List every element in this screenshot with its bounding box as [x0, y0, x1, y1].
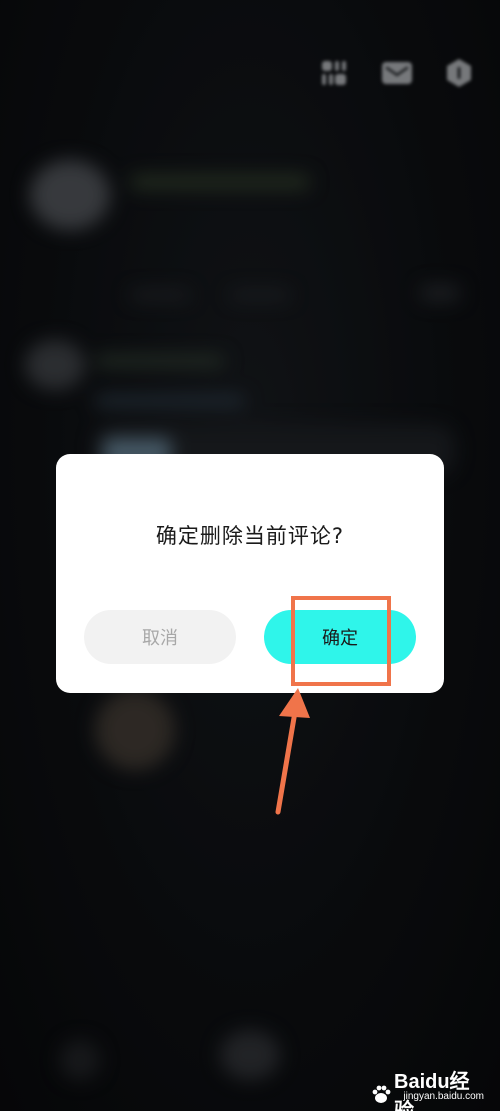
baidu-jingyan-watermark: Baidu经验 jingyan.baidu.com	[370, 1063, 490, 1111]
cancel-button[interactable]: 取消	[84, 610, 236, 664]
watermark-logo-text: Baidu经验	[394, 1071, 470, 1111]
watermark-url: jingyan.baidu.com	[403, 1091, 484, 1102]
dialog-message: 确定删除当前评论?	[155, 524, 345, 548]
paw-icon	[370, 1083, 392, 1105]
screen: 确定删除当前评论? 取消 确定 Baidu经验 jingyan.baidu.co…	[0, 0, 500, 1111]
annotation-highlight-box	[291, 596, 391, 686]
watermark-logo: Baidu经验	[370, 1065, 486, 1111]
